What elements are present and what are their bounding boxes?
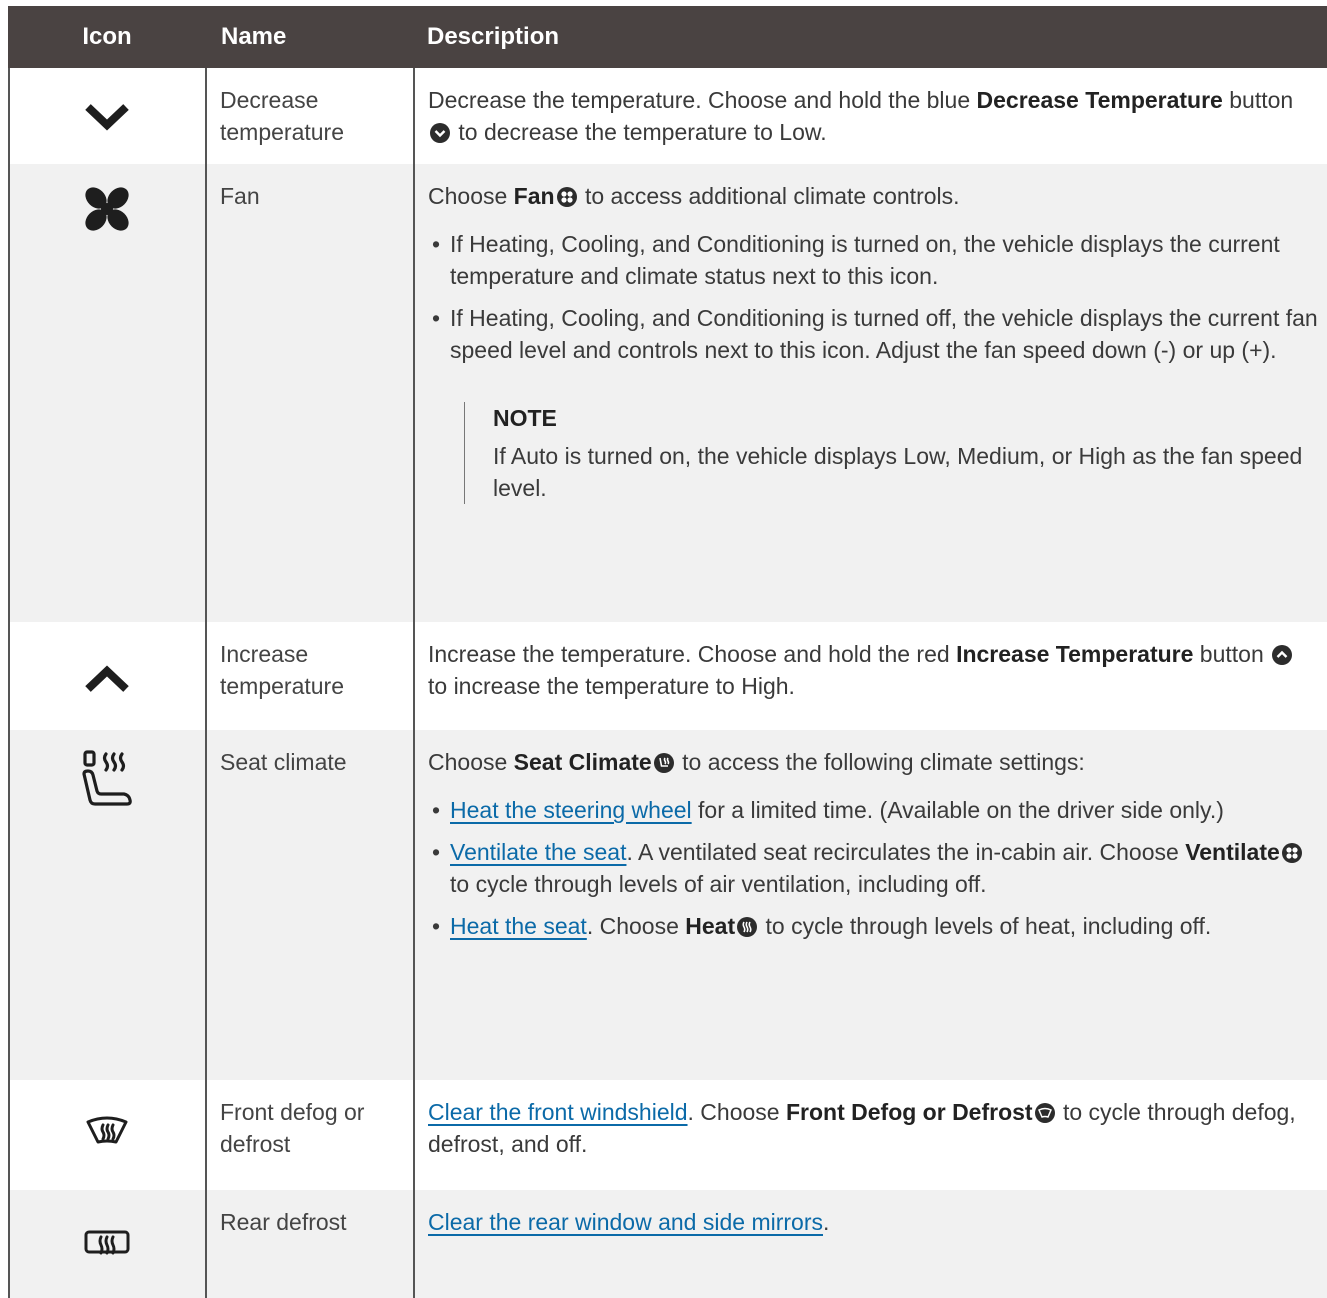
link-clear-rear-window[interactable]: Clear the rear window and side mirrors <box>428 1209 823 1235</box>
row-name: Rear defrost <box>220 1209 347 1235</box>
header-icon: Icon <box>82 23 132 50</box>
chevron-up-icon <box>8 664 206 694</box>
note-title: NOTE <box>493 405 557 431</box>
header-description: Description <box>427 23 560 50</box>
ventilate-inline-icon <box>1281 843 1302 863</box>
chevron-up-inline-icon <box>1272 645 1293 665</box>
seat-inline-icon <box>653 753 674 773</box>
seat-climate-icon <box>8 748 206 812</box>
chevron-down-icon <box>8 102 206 132</box>
list-item: If Heating, Cooling, and Conditioning is… <box>428 302 1319 366</box>
row-name: Seat climate <box>220 749 347 775</box>
row-description: Clear the rear window and side mirrors. <box>428 1209 830 1235</box>
row-description: Choose Seat Climate to access the follow… <box>414 746 1327 952</box>
row-name: Fan <box>220 183 260 209</box>
chevron-down-inline-icon <box>430 123 450 143</box>
note-text: If Auto is turned on, the vehicle displa… <box>493 443 1303 501</box>
link-heat-steering-wheel[interactable]: Heat the steering wheel <box>450 797 692 823</box>
front-defrost-icon <box>8 1114 206 1146</box>
fan-icon <box>8 184 206 234</box>
list-item: Heat the seat. Choose Heat to cycle thro… <box>428 910 1319 942</box>
header-name: Name <box>221 23 287 50</box>
front-defrost-inline-icon <box>1034 1103 1055 1123</box>
rear-defrost-icon <box>8 1228 206 1258</box>
link-heat-seat[interactable]: Heat the seat <box>450 913 587 939</box>
column-divider <box>205 68 207 1298</box>
column-divider <box>413 68 415 1298</box>
row-name: Increase temperature <box>220 641 345 699</box>
list-item: Ventilate the seat. A ventilated seat re… <box>428 836 1319 900</box>
note-callout: NOTE If Auto is turned on, the vehicle d… <box>464 402 1319 504</box>
row-description: Clear the front windshield. Choose Front… <box>428 1099 1296 1157</box>
climate-controls-table: Icon Name Description Decrease temperatu… <box>8 6 1327 1298</box>
link-clear-front-windshield[interactable]: Clear the front windshield <box>428 1099 688 1125</box>
row-name: Decrease temperature <box>220 87 345 145</box>
fan-inline-icon <box>556 187 577 207</box>
row-name: Front defog or defrost <box>220 1099 365 1157</box>
column-divider <box>8 68 10 1298</box>
list-item: Heat the steering wheel for a limited ti… <box>428 794 1319 826</box>
row-description: Increase the temperature. Choose and hol… <box>414 638 1327 702</box>
row-description: Decrease the temperature. Choose and hol… <box>428 87 1294 145</box>
list-item: If Heating, Cooling, and Conditioning is… <box>428 228 1319 292</box>
table-header: Icon Name Description <box>8 6 1327 68</box>
row-description: Choose Fan to access additional climate … <box>414 180 1327 504</box>
heat-inline-icon <box>737 917 758 937</box>
link-ventilate-seat[interactable]: Ventilate the seat <box>450 839 626 865</box>
